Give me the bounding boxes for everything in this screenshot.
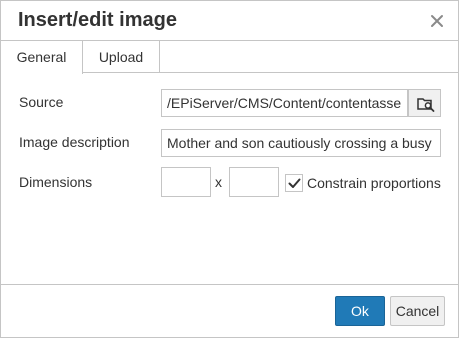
source-label: Source (19, 94, 64, 110)
tab-bar: General Upload (1, 41, 458, 74)
cancel-button[interactable]: Cancel (390, 296, 445, 326)
constrain-proportions-checkbox[interactable] (285, 174, 303, 192)
dialog-title: Insert/edit image (18, 9, 177, 31)
tab-upload[interactable]: Upload (83, 41, 160, 73)
dialog-footer: Ok Cancel (1, 284, 458, 337)
ok-button[interactable]: Ok (335, 296, 385, 326)
height-input[interactable] (229, 167, 279, 197)
dimensions-separator: x (215, 174, 222, 190)
description-input[interactable]: Mother and son cautiously crossing a bus… (161, 129, 441, 157)
close-button[interactable] (425, 9, 449, 33)
insert-edit-image-dialog: Insert/edit image General Upload Source … (0, 0, 459, 338)
dialog-titlebar: Insert/edit image (1, 1, 458, 41)
tab-general[interactable]: General (1, 41, 83, 74)
dimensions-label: Dimensions (19, 174, 93, 190)
folder-search-icon (417, 98, 435, 112)
checkmark-icon (288, 178, 301, 188)
close-icon (431, 15, 443, 27)
description-label: Image description (19, 134, 130, 150)
browse-button[interactable] (408, 89, 441, 117)
source-input[interactable]: /EPiServer/CMS/Content/contentasse (161, 89, 408, 117)
constrain-proportions-label: Constrain proportions (307, 175, 441, 191)
width-input[interactable] (161, 167, 211, 197)
